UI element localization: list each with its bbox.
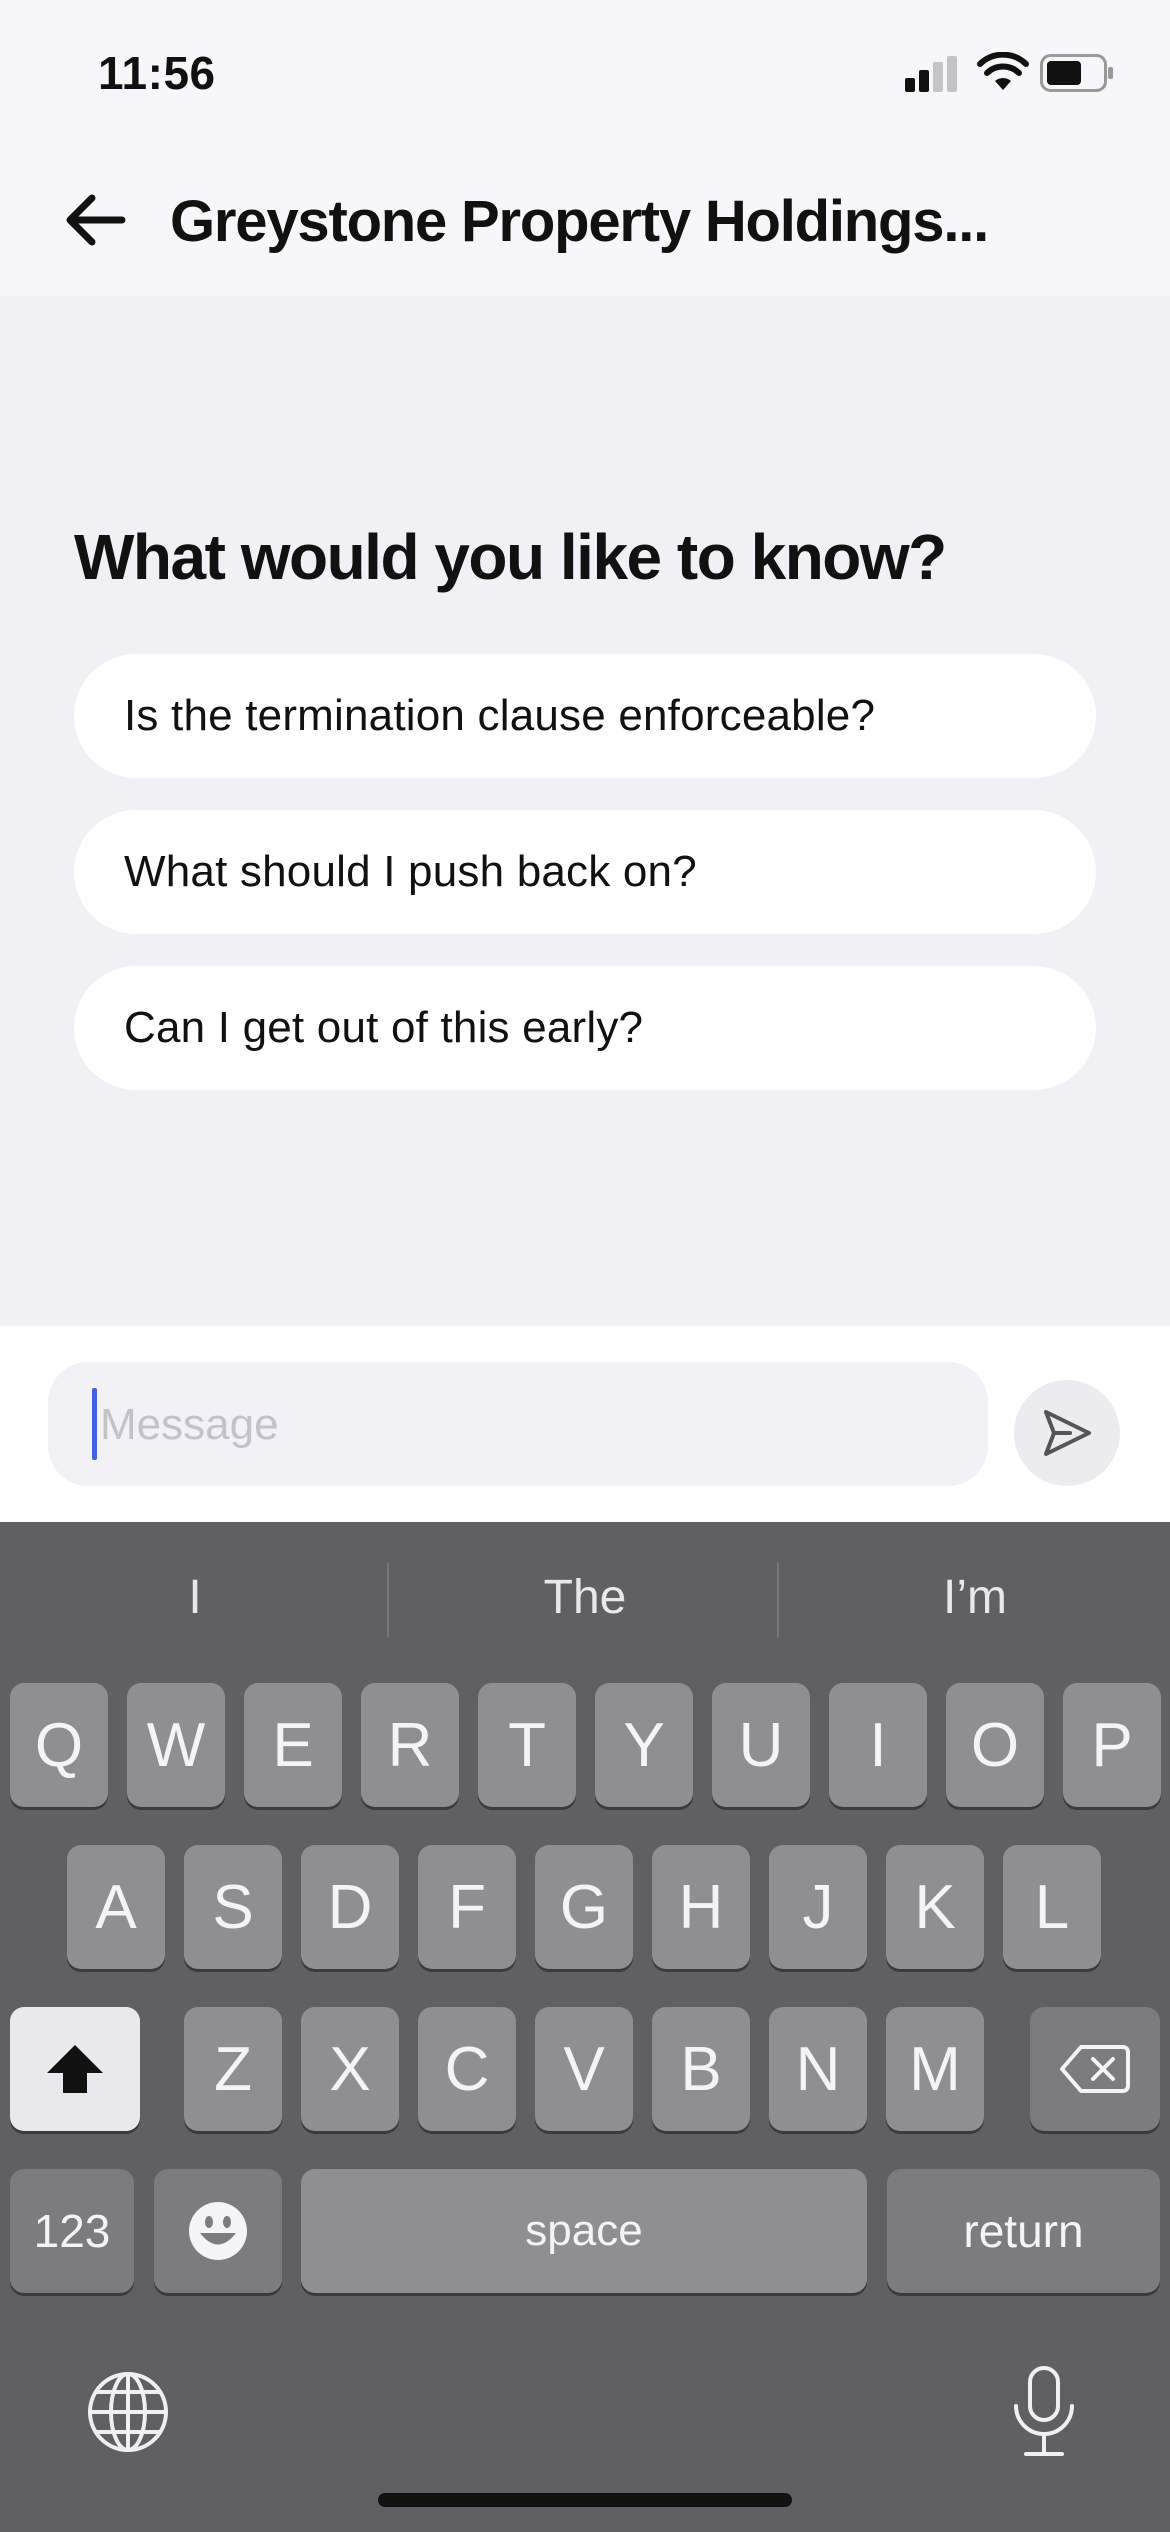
microphone-icon[interactable]	[1008, 2364, 1080, 2460]
key-o[interactable]: O	[946, 1683, 1044, 1807]
key-t[interactable]: T	[478, 1683, 576, 1807]
back-arrow-icon[interactable]	[62, 190, 126, 250]
suggestion-chip[interactable]: Can I get out of this early?	[74, 966, 1096, 1090]
wifi-icon	[977, 52, 1029, 90]
emoji-icon	[189, 2202, 247, 2260]
prediction-item[interactable]: I’m	[780, 1570, 1170, 1625]
key-a[interactable]: A	[67, 1845, 165, 1969]
key-f[interactable]: F	[418, 1845, 516, 1969]
prediction-divider	[387, 1563, 389, 1637]
text-caret	[92, 1388, 97, 1460]
key-h[interactable]: H	[652, 1845, 750, 1969]
key-e[interactable]: E	[244, 1683, 342, 1807]
space-key[interactable]: space	[301, 2169, 867, 2293]
message-placeholder: Message	[100, 1400, 279, 1449]
suggestion-chip[interactable]: Is the termination clause enforceable?	[74, 654, 1096, 778]
key-p[interactable]: P	[1063, 1683, 1161, 1807]
prediction-item[interactable]: I	[0, 1570, 390, 1625]
delete-icon	[1060, 2045, 1130, 2093]
delete-key[interactable]	[1030, 2007, 1160, 2131]
key-j[interactable]: J	[769, 1845, 867, 1969]
key-z[interactable]: Z	[184, 2007, 282, 2131]
key-d[interactable]: D	[301, 1845, 399, 1969]
key-c[interactable]: C	[418, 2007, 516, 2131]
key-q[interactable]: Q	[10, 1683, 108, 1807]
home-indicator	[378, 2493, 792, 2507]
key-b[interactable]: B	[652, 2007, 750, 2131]
shift-icon	[47, 2045, 103, 2093]
page-title: Greystone Property Holdings...	[170, 189, 989, 254]
status-time: 11:56	[98, 47, 216, 99]
battery-icon	[1040, 54, 1113, 92]
key-w[interactable]: W	[127, 1683, 225, 1807]
key-v[interactable]: V	[535, 2007, 633, 2131]
key-n[interactable]: N	[769, 2007, 867, 2131]
key-r[interactable]: R	[361, 1683, 459, 1807]
suggestion-chip[interactable]: What should I push back on?	[74, 810, 1096, 934]
emoji-key[interactable]	[154, 2169, 282, 2293]
key-k[interactable]: K	[886, 1845, 984, 1969]
cellular-signal-icon	[905, 56, 957, 92]
send-icon	[1044, 1410, 1091, 1456]
key-x[interactable]: X	[301, 2007, 399, 2131]
key-l[interactable]: L	[1003, 1845, 1101, 1969]
key-y[interactable]: Y	[595, 1683, 693, 1807]
prediction-item[interactable]: The	[390, 1570, 780, 1625]
key-g[interactable]: G	[535, 1845, 633, 1969]
numbers-key[interactable]: 123	[10, 2169, 134, 2293]
key-i[interactable]: I	[829, 1683, 927, 1807]
send-button[interactable]	[1014, 1380, 1120, 1486]
key-s[interactable]: S	[184, 1845, 282, 1969]
shift-key[interactable]	[10, 2007, 140, 2131]
prediction-divider	[777, 1563, 779, 1637]
return-key[interactable]: return	[887, 2169, 1160, 2293]
key-m[interactable]: M	[886, 2007, 984, 2131]
key-u[interactable]: U	[712, 1683, 810, 1807]
globe-icon[interactable]	[86, 2370, 170, 2454]
prompt-heading: What would you like to know?	[74, 521, 947, 593]
